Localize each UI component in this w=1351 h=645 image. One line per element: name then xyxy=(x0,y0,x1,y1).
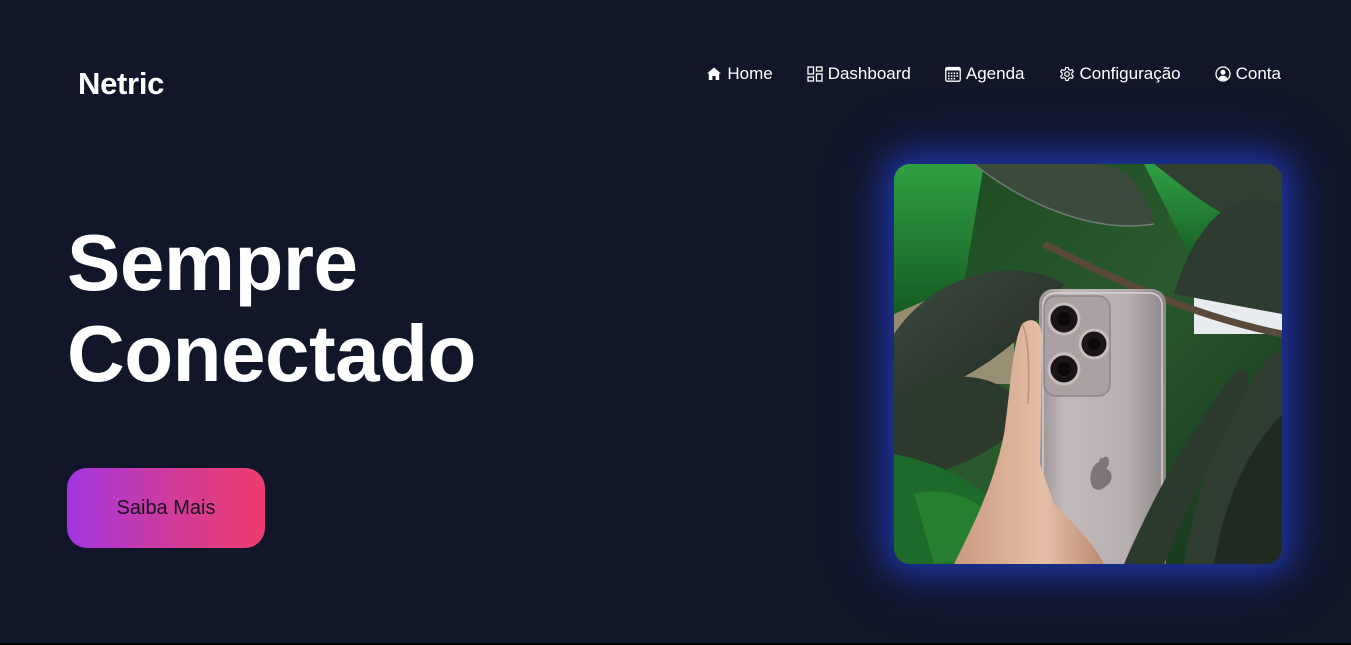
nav-item-label: Conta xyxy=(1235,64,1281,83)
nav-item-label: Agenda xyxy=(965,64,1025,83)
hero-title: Sempre Conectado xyxy=(67,217,476,399)
user-circle-icon xyxy=(1214,66,1231,82)
landing-page: Netric Home Dashboard Agenda Configuraçã… xyxy=(0,0,1351,645)
calendar-icon xyxy=(945,66,961,82)
nav-item-label: Dashboard xyxy=(827,64,911,83)
nav-item-agenda[interactable]: Agenda xyxy=(945,64,1025,84)
dashboard-icon xyxy=(807,66,823,82)
phone-in-hand-photo xyxy=(894,164,1282,564)
nav-item-configuracao[interactable]: Configuração xyxy=(1059,64,1181,84)
home-icon xyxy=(706,66,722,82)
hero-image xyxy=(894,164,1282,564)
nav-item-label: Configuração xyxy=(1079,64,1181,83)
nav-item-dashboard[interactable]: Dashboard xyxy=(807,64,911,84)
nav-item-home[interactable]: Home xyxy=(706,64,773,84)
gear-icon xyxy=(1059,66,1075,82)
main-nav: Home Dashboard Agenda Configuração Conta xyxy=(706,64,1281,84)
hero-title-line-1: Sempre xyxy=(67,218,358,307)
nav-item-conta[interactable]: Conta xyxy=(1214,64,1281,84)
saiba-mais-button[interactable]: Saiba Mais xyxy=(67,468,265,548)
hero-title-line-2: Conectado xyxy=(67,309,476,398)
brand-logo[interactable]: Netric xyxy=(78,66,164,102)
nav-item-label: Home xyxy=(727,64,773,83)
